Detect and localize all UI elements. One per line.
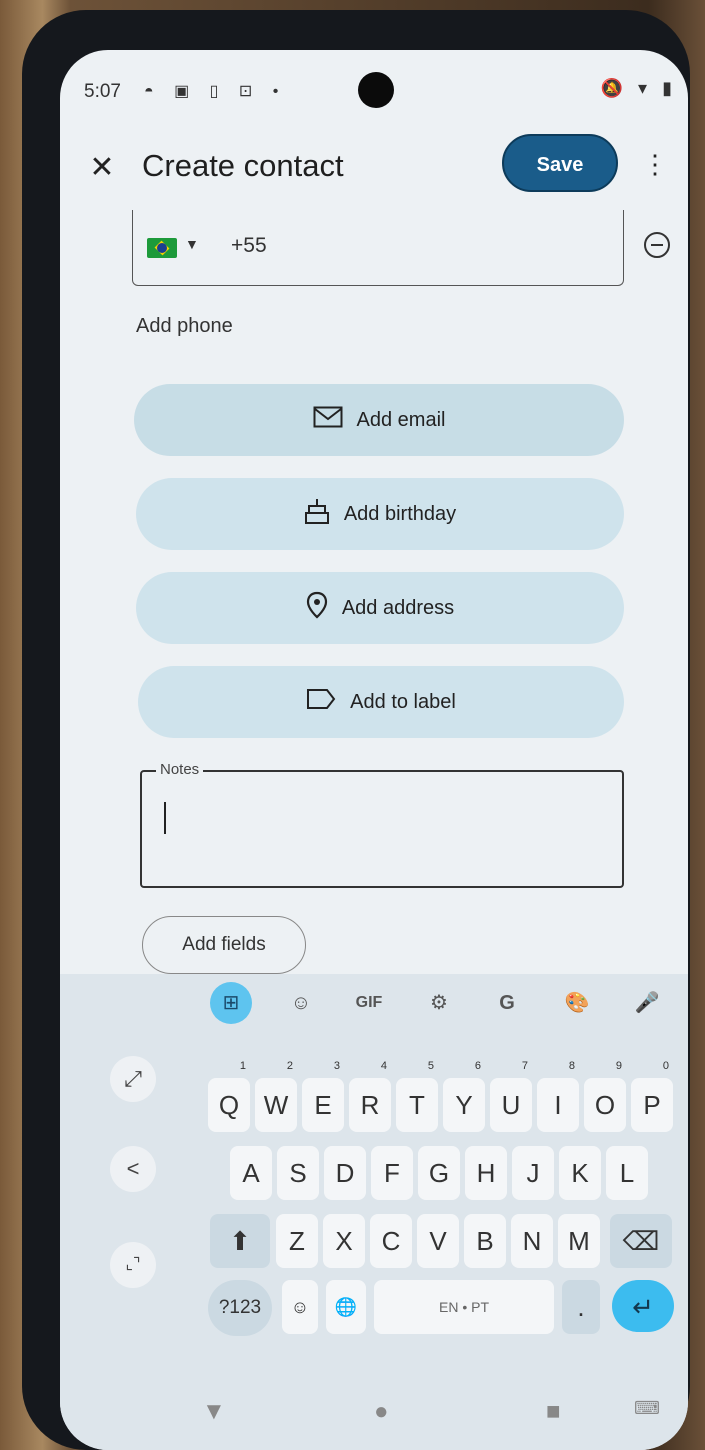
key-t[interactable]: T5 xyxy=(396,1060,438,1132)
system-icons: 🔕 ▾ ▮ xyxy=(591,78,672,99)
apps-grid-icon[interactable]: ⊞ xyxy=(210,982,252,1024)
key-x[interactable]: X xyxy=(323,1214,365,1268)
camera-cutout xyxy=(358,72,394,108)
close-icon[interactable]: ✕ xyxy=(84,150,120,186)
save-button[interactable]: Save xyxy=(502,134,618,192)
notes-label: Notes xyxy=(156,761,204,778)
text-cursor xyxy=(164,802,166,834)
key-l[interactable]: L xyxy=(606,1146,648,1200)
period-key[interactable]: . xyxy=(562,1280,600,1334)
more-options-icon[interactable]: ⋮ xyxy=(640,146,670,182)
notification-icons: ◓ ▣ ▯ ⊡ • xyxy=(144,83,287,100)
key-w[interactable]: W2 xyxy=(255,1060,297,1132)
nav-home-icon[interactable]: ● xyxy=(374,1398,389,1426)
translate-icon[interactable]: G xyxy=(486,982,528,1024)
keyboard-switch-icon[interactable]: ⌨ xyxy=(634,1398,660,1419)
key-n[interactable]: N xyxy=(511,1214,553,1268)
phone-input-field[interactable]: ▼ +55 xyxy=(132,210,624,286)
phone-body: 5:07 ◓ ▣ ▯ ⊡ • 🔕 ▾ ▮ ✕ Create contact Sa… xyxy=(22,10,690,1450)
page-title: Create contact xyxy=(142,148,344,183)
key-b[interactable]: B xyxy=(464,1214,506,1268)
key-j[interactable]: J xyxy=(512,1146,554,1200)
add-birthday-button[interactable]: Add birthday xyxy=(136,478,624,550)
email-icon xyxy=(313,406,343,434)
globe-key[interactable]: 🌐 xyxy=(326,1280,366,1334)
clock: 5:07 xyxy=(84,81,121,102)
mute-icon: 🔕 xyxy=(600,78,624,98)
label-icon xyxy=(306,688,336,716)
key-c[interactable]: C xyxy=(370,1214,412,1268)
palette-icon[interactable]: 🎨 xyxy=(556,982,598,1024)
key-y[interactable]: Y6 xyxy=(443,1060,485,1132)
key-p[interactable]: P0 xyxy=(631,1060,673,1132)
gif-icon[interactable]: GIF xyxy=(348,982,390,1024)
expand-icon[interactable]: ⤢ xyxy=(110,1056,156,1102)
remove-phone-icon[interactable] xyxy=(644,232,670,258)
add-birthday-label: Add birthday xyxy=(343,502,457,525)
key-a[interactable]: A xyxy=(230,1146,272,1200)
key-m[interactable]: M xyxy=(558,1214,600,1268)
add-to-label-label: Add to label xyxy=(350,690,456,713)
key-k[interactable]: K xyxy=(559,1146,601,1200)
symbols-key[interactable]: ?123 xyxy=(208,1280,272,1336)
add-fields-button[interactable]: Add fields xyxy=(142,916,306,974)
brazil-flag-icon[interactable] xyxy=(147,238,177,258)
back-arrow-icon[interactable]: < xyxy=(110,1146,156,1192)
add-phone-link[interactable]: Add phone xyxy=(136,315,233,338)
add-to-label-button[interactable]: Add to label xyxy=(138,666,624,738)
key-i[interactable]: I8 xyxy=(537,1060,579,1132)
settings-icon[interactable]: ⚙ xyxy=(418,982,460,1024)
space-key[interactable]: EN • PT xyxy=(374,1280,554,1334)
notes-field[interactable]: Notes xyxy=(140,761,624,888)
emoji-key[interactable]: ☺ xyxy=(282,1280,318,1334)
key-d[interactable]: D xyxy=(324,1146,366,1200)
location-pin-icon xyxy=(306,591,328,625)
country-dropdown-icon[interactable]: ▼ xyxy=(185,236,199,252)
enter-key[interactable]: ↵ xyxy=(612,1280,674,1332)
add-address-label: Add address xyxy=(341,596,455,619)
shift-key[interactable]: ⬆ xyxy=(210,1214,270,1268)
key-h[interactable]: H xyxy=(465,1146,507,1200)
key-o[interactable]: O9 xyxy=(584,1060,626,1132)
key-g[interactable]: G xyxy=(418,1146,460,1200)
key-r[interactable]: R4 xyxy=(349,1060,391,1132)
cake-icon xyxy=(304,497,330,531)
add-email-button[interactable]: Add email xyxy=(134,384,624,456)
key-u[interactable]: U7 xyxy=(490,1060,532,1132)
keyboard-toolbar: ⊞ ☺ GIF ⚙ G 🎨 🎤 xyxy=(210,982,660,1024)
navigation-bar: ▼ ● ■ ⌨ xyxy=(60,1376,688,1450)
key-z[interactable]: Z xyxy=(276,1214,318,1268)
nav-recents-icon[interactable]: ■ xyxy=(546,1398,561,1426)
add-address-button[interactable]: Add address xyxy=(136,572,624,644)
key-v[interactable]: V xyxy=(417,1214,459,1268)
key-e[interactable]: E3 xyxy=(302,1060,344,1132)
sticker-icon[interactable]: ☺ xyxy=(280,982,322,1024)
screen: 5:07 ◓ ▣ ▯ ⊡ • 🔕 ▾ ▮ ✕ Create contact Sa… xyxy=(60,50,688,1450)
key-f[interactable]: F xyxy=(371,1146,413,1200)
floating-keyboard-icon[interactable]: ⌞⌝ xyxy=(110,1242,156,1288)
wifi-icon: ▾ xyxy=(638,78,648,98)
key-s[interactable]: S xyxy=(277,1146,319,1200)
nav-back-icon[interactable]: ▼ xyxy=(202,1398,226,1426)
phone-value[interactable]: +55 xyxy=(231,234,267,258)
backspace-key[interactable]: ⌫ xyxy=(610,1214,672,1268)
key-q[interactable]: Q1 xyxy=(208,1060,250,1132)
battery-icon: ▮ xyxy=(662,78,672,98)
microphone-icon[interactable]: 🎤 xyxy=(626,982,668,1024)
status-bar: 5:07 ◓ ▣ ▯ ⊡ • 🔕 ▾ ▮ xyxy=(60,50,688,130)
add-email-label: Add email xyxy=(356,408,446,431)
